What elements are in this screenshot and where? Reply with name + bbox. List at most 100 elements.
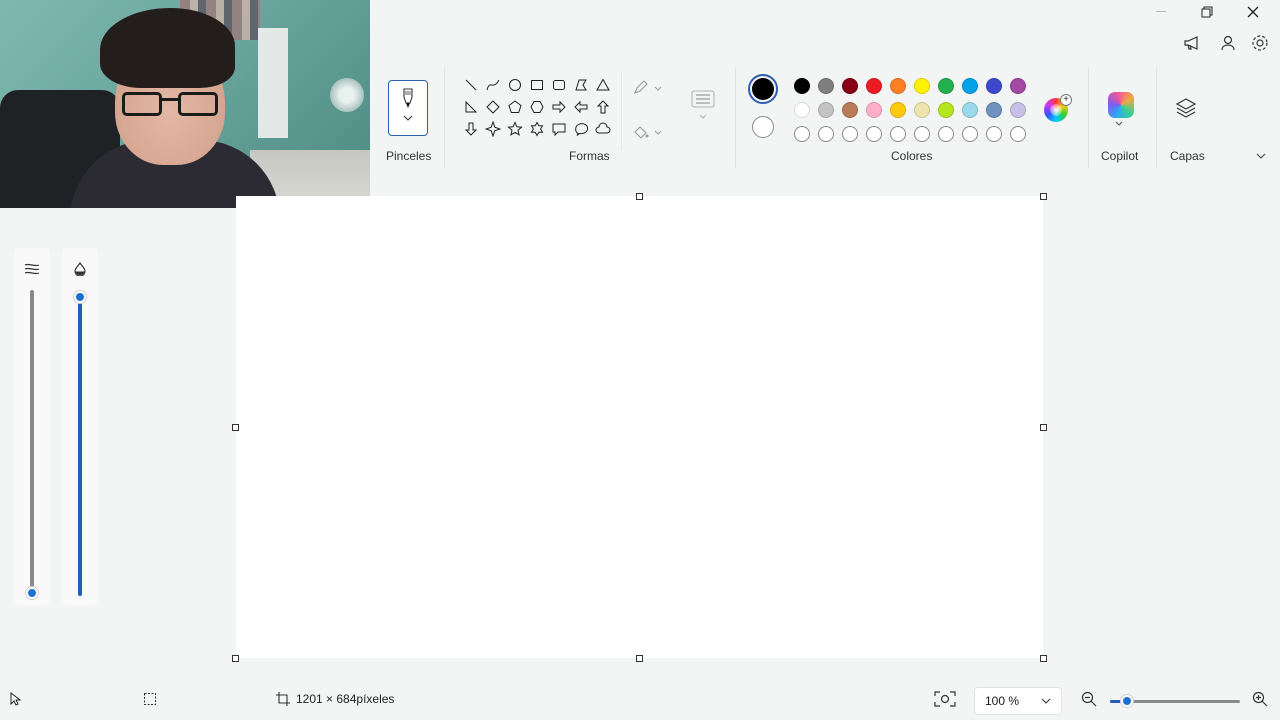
- color-swatch[interactable]: [838, 98, 862, 122]
- fill-bucket-icon: [634, 126, 649, 139]
- triangle-icon[interactable]: [592, 74, 614, 96]
- rectangle-icon[interactable]: [526, 74, 548, 96]
- color-swatch[interactable]: [814, 98, 838, 122]
- color-swatch[interactable]: [862, 122, 886, 146]
- cloud-callout-icon[interactable]: [592, 118, 614, 140]
- zoom-out-icon[interactable]: [1081, 691, 1097, 707]
- color-swatch[interactable]: [982, 74, 1006, 98]
- color-swatch[interactable]: [934, 122, 958, 146]
- zoom-in-icon[interactable]: [1252, 691, 1268, 707]
- color-swatch[interactable]: [1006, 122, 1030, 146]
- person-hair: [100, 8, 235, 88]
- copilot-icon[interactable]: [1108, 92, 1134, 118]
- color-swatch[interactable]: [934, 98, 958, 122]
- left-arrow-icon[interactable]: [570, 96, 592, 118]
- color-swatch[interactable]: [790, 74, 814, 98]
- color-swatch[interactable]: [814, 74, 838, 98]
- resize-handle[interactable]: [636, 655, 643, 662]
- color-swatch[interactable]: [958, 98, 982, 122]
- minimize-button[interactable]: [1138, 0, 1184, 24]
- color-1-selector[interactable]: [748, 74, 778, 104]
- right-triangle-icon[interactable]: [460, 96, 482, 118]
- person-glasses: [122, 92, 222, 118]
- right-arrow-icon[interactable]: [548, 96, 570, 118]
- slider-thumb[interactable]: [73, 290, 87, 304]
- diamond-icon[interactable]: [482, 96, 504, 118]
- copilot-label: Copilot: [1101, 149, 1139, 163]
- webcam-overlay: [0, 0, 370, 208]
- hexagon-icon[interactable]: [526, 96, 548, 118]
- oval-icon[interactable]: [504, 74, 526, 96]
- color-swatch[interactable]: [838, 122, 862, 146]
- rounded-rectangle-icon[interactable]: [548, 74, 570, 96]
- restore-button[interactable]: [1184, 0, 1230, 24]
- layers-label: Capas: [1170, 149, 1205, 163]
- color-swatch[interactable]: [862, 74, 886, 98]
- chevron-down-icon: [699, 114, 707, 119]
- color-swatch[interactable]: [982, 98, 1006, 122]
- shapes-gallery: [456, 72, 622, 150]
- pentagon-icon[interactable]: [504, 96, 526, 118]
- brush-opacity-slider[interactable]: [62, 248, 98, 606]
- color-swatch[interactable]: [886, 74, 910, 98]
- five-point-star-icon[interactable]: [504, 118, 526, 140]
- resize-handle[interactable]: [636, 193, 643, 200]
- pointer-icon: [10, 692, 22, 706]
- color-swatch[interactable]: [958, 122, 982, 146]
- color-swatch[interactable]: [790, 98, 814, 122]
- ribbon-divider: [735, 68, 736, 168]
- color-swatch[interactable]: [886, 122, 910, 146]
- resize-handle[interactable]: [232, 424, 239, 431]
- six-point-star-icon[interactable]: [526, 118, 548, 140]
- stroke-size-button[interactable]: [688, 90, 718, 126]
- color-swatch[interactable]: [886, 98, 910, 122]
- up-arrow-icon[interactable]: [592, 96, 614, 118]
- layers-icon[interactable]: [1174, 96, 1198, 120]
- color-swatch[interactable]: [790, 122, 814, 146]
- megaphone-icon[interactable]: [1180, 32, 1204, 54]
- color-swatch[interactable]: [910, 74, 934, 98]
- chevron-down-icon: [654, 86, 662, 91]
- curve-icon[interactable]: [482, 74, 504, 96]
- resize-handle[interactable]: [1040, 193, 1047, 200]
- slider-thumb[interactable]: [25, 586, 39, 600]
- drop-icon: [74, 262, 86, 276]
- resize-handle[interactable]: [1040, 424, 1047, 431]
- color-swatch[interactable]: [838, 74, 862, 98]
- brushes-button[interactable]: [388, 80, 428, 136]
- polygon-icon[interactable]: [570, 74, 592, 96]
- resize-handle[interactable]: [232, 655, 239, 662]
- account-icon[interactable]: [1216, 32, 1240, 54]
- fit-to-window-icon[interactable]: [934, 691, 956, 707]
- color-swatch[interactable]: [814, 122, 838, 146]
- color-swatch[interactable]: [934, 74, 958, 98]
- color-swatch[interactable]: [910, 98, 934, 122]
- rect-callout-icon[interactable]: [548, 118, 570, 140]
- resize-handle[interactable]: [1040, 655, 1047, 662]
- ribbon-divider: [1156, 68, 1157, 168]
- shape-fill-button[interactable]: [632, 120, 680, 144]
- color-swatch[interactable]: [1006, 98, 1030, 122]
- drawing-canvas[interactable]: [236, 196, 1043, 658]
- color-swatch[interactable]: [862, 98, 886, 122]
- brushes-label: Pinceles: [386, 149, 432, 163]
- color-2-selector[interactable]: [752, 116, 774, 138]
- color-swatch[interactable]: [958, 74, 982, 98]
- down-arrow-icon[interactable]: [460, 118, 482, 140]
- color-swatch[interactable]: [1006, 74, 1030, 98]
- gear-icon[interactable]: [1248, 32, 1272, 54]
- color-palette: [790, 74, 1030, 146]
- brush-size-slider[interactable]: [14, 248, 50, 606]
- zoom-slider-thumb[interactable]: [1119, 694, 1134, 708]
- chevron-down-icon[interactable]: [1115, 118, 1123, 128]
- oval-callout-icon[interactable]: [570, 118, 592, 140]
- ribbon-expand-icon[interactable]: [1256, 150, 1266, 162]
- zoom-dropdown[interactable]: 100 %: [974, 687, 1062, 715]
- color-swatch[interactable]: [910, 122, 934, 146]
- brush-icon: [403, 88, 413, 108]
- four-point-star-icon[interactable]: [482, 118, 504, 140]
- close-button[interactable]: [1230, 0, 1276, 24]
- color-swatch[interactable]: [982, 122, 1006, 146]
- line-icon[interactable]: [460, 74, 482, 96]
- shape-outline-button[interactable]: [632, 76, 680, 100]
